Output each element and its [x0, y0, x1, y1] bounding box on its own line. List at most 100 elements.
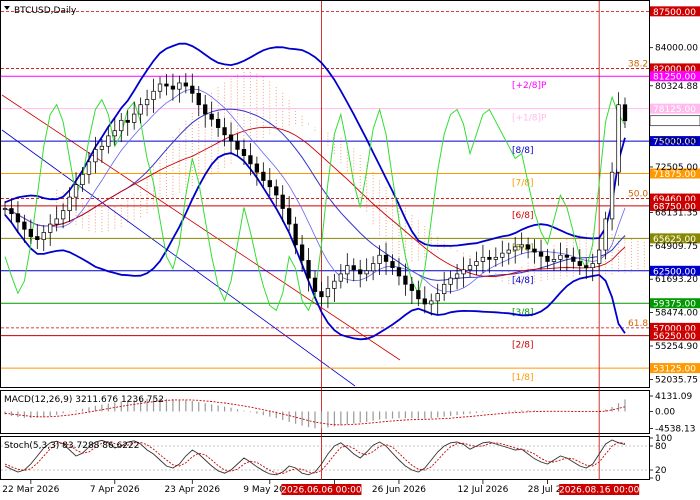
current-price-tag — [649, 115, 700, 127]
candle-body — [209, 113, 214, 120]
murrey-level-label: [+2/8]P — [512, 81, 547, 91]
candle-body — [73, 184, 79, 198]
stoch-label: Stoch(5,3,3) 83.7288 86.6222 — [4, 441, 139, 451]
crosshair-date-label: 2026.06.06 00:00 — [281, 486, 362, 496]
murrey-level-label: [3/8] — [512, 308, 534, 318]
candle-body — [248, 155, 253, 165]
candle-body — [170, 85, 176, 90]
candle-body — [409, 283, 415, 291]
candle-body — [338, 273, 343, 282]
candle-body — [86, 161, 92, 175]
candle-body — [345, 265, 350, 275]
candle-body — [144, 99, 150, 106]
candle-body — [112, 130, 117, 137]
candle-body — [487, 256, 492, 260]
murrey-level-label: [2/8] — [512, 341, 534, 351]
candle-body — [506, 249, 511, 254]
candle-body — [106, 135, 111, 147]
candle-body — [54, 218, 59, 225]
candle-body — [235, 140, 240, 150]
candle-body — [196, 92, 201, 106]
candle-body — [241, 149, 247, 156]
candle-body — [377, 254, 382, 264]
candle-body — [403, 275, 408, 285]
fibo-label: 61.8 — [628, 319, 648, 329]
candle-body — [164, 83, 169, 87]
candle-body — [48, 223, 53, 233]
candle-body — [622, 104, 628, 122]
candle-body — [474, 261, 479, 266]
murrey-level-label: [4/8] — [512, 276, 534, 286]
murrey-level-label: [6/8] — [512, 211, 534, 221]
price-tick-label: 72505.00 — [655, 163, 698, 173]
candle-body — [119, 119, 124, 132]
macd-label: MACD(12,26,9) 3211.676 1236.752 — [4, 395, 164, 405]
candle-body — [228, 134, 234, 142]
fibo-label: 38.2 — [628, 59, 648, 69]
price-tick-label: 58474.00 — [655, 309, 698, 319]
time-tick-label: 23 Apr 2026 — [164, 485, 220, 495]
candle-body — [532, 248, 537, 253]
candle-body — [293, 223, 298, 246]
candle-body — [9, 208, 14, 215]
candle-body — [467, 265, 473, 271]
candle-body — [287, 208, 292, 225]
macd-tick-label: 0.00 — [655, 407, 675, 417]
candle-body — [448, 277, 453, 285]
candle-body — [364, 270, 369, 275]
murrey-level-label: [1/8] — [512, 373, 534, 383]
candle-body — [584, 265, 589, 269]
price-tick-label: 64909.75 — [655, 242, 698, 252]
candle-body — [267, 180, 272, 188]
candle-body — [132, 113, 137, 123]
candle-body — [41, 232, 46, 241]
candle-body — [500, 252, 505, 258]
candle-body — [274, 186, 279, 196]
murrey-level-price: 53125.00 — [653, 365, 696, 375]
candle-body — [545, 255, 550, 262]
dotted-level-price: 87500.00 — [653, 8, 696, 18]
candle-body — [67, 196, 72, 211]
candle-body — [571, 256, 576, 262]
price-tick-label: 55254.90 — [655, 342, 698, 352]
candle-body — [60, 210, 66, 220]
macd-tick-label: -4538.13 — [655, 424, 695, 434]
candle-body — [93, 149, 98, 163]
candle-body — [616, 104, 621, 173]
candle-body — [312, 277, 318, 292]
candle-body — [609, 171, 615, 220]
candle-body — [538, 251, 544, 257]
candle-body — [125, 119, 130, 123]
candle-body — [525, 244, 531, 250]
candle-body — [2, 208, 8, 210]
candle-body — [370, 263, 376, 272]
price-tick-label: 68131.35 — [655, 208, 698, 218]
time-tick-label: 7 Apr 2026 — [90, 485, 140, 495]
candle-body — [299, 244, 305, 261]
candle-body — [358, 269, 363, 275]
murrey-level-label: [+1/8]P — [512, 114, 547, 124]
candle-body — [564, 254, 570, 258]
candle-body — [603, 218, 608, 251]
candle-body — [351, 265, 356, 271]
candle-body — [590, 263, 595, 269]
stoch-tick-label: 0 — [655, 474, 661, 484]
candle-body — [422, 298, 427, 305]
candle-body — [577, 261, 582, 266]
candle-body — [429, 300, 434, 305]
price-tick-label: 75000.00 — [655, 137, 698, 147]
candle-body — [177, 82, 182, 90]
candle-body — [261, 171, 266, 181]
candle-body — [222, 127, 227, 136]
price-tick-label: 61693.20 — [655, 275, 698, 285]
candle-body — [558, 254, 563, 260]
price-tick-label: 80324.88 — [655, 82, 698, 92]
candle-body — [138, 104, 143, 115]
candle-body — [332, 280, 337, 289]
price-tick-label: 84000.00 — [655, 44, 698, 54]
candle-body — [493, 256, 498, 260]
time-tick-label: 12 Jul 2026 — [457, 485, 508, 495]
symbol-label: BTCUSD,Daily — [14, 6, 77, 16]
candle-body — [151, 90, 156, 100]
candle-body — [383, 254, 389, 262]
